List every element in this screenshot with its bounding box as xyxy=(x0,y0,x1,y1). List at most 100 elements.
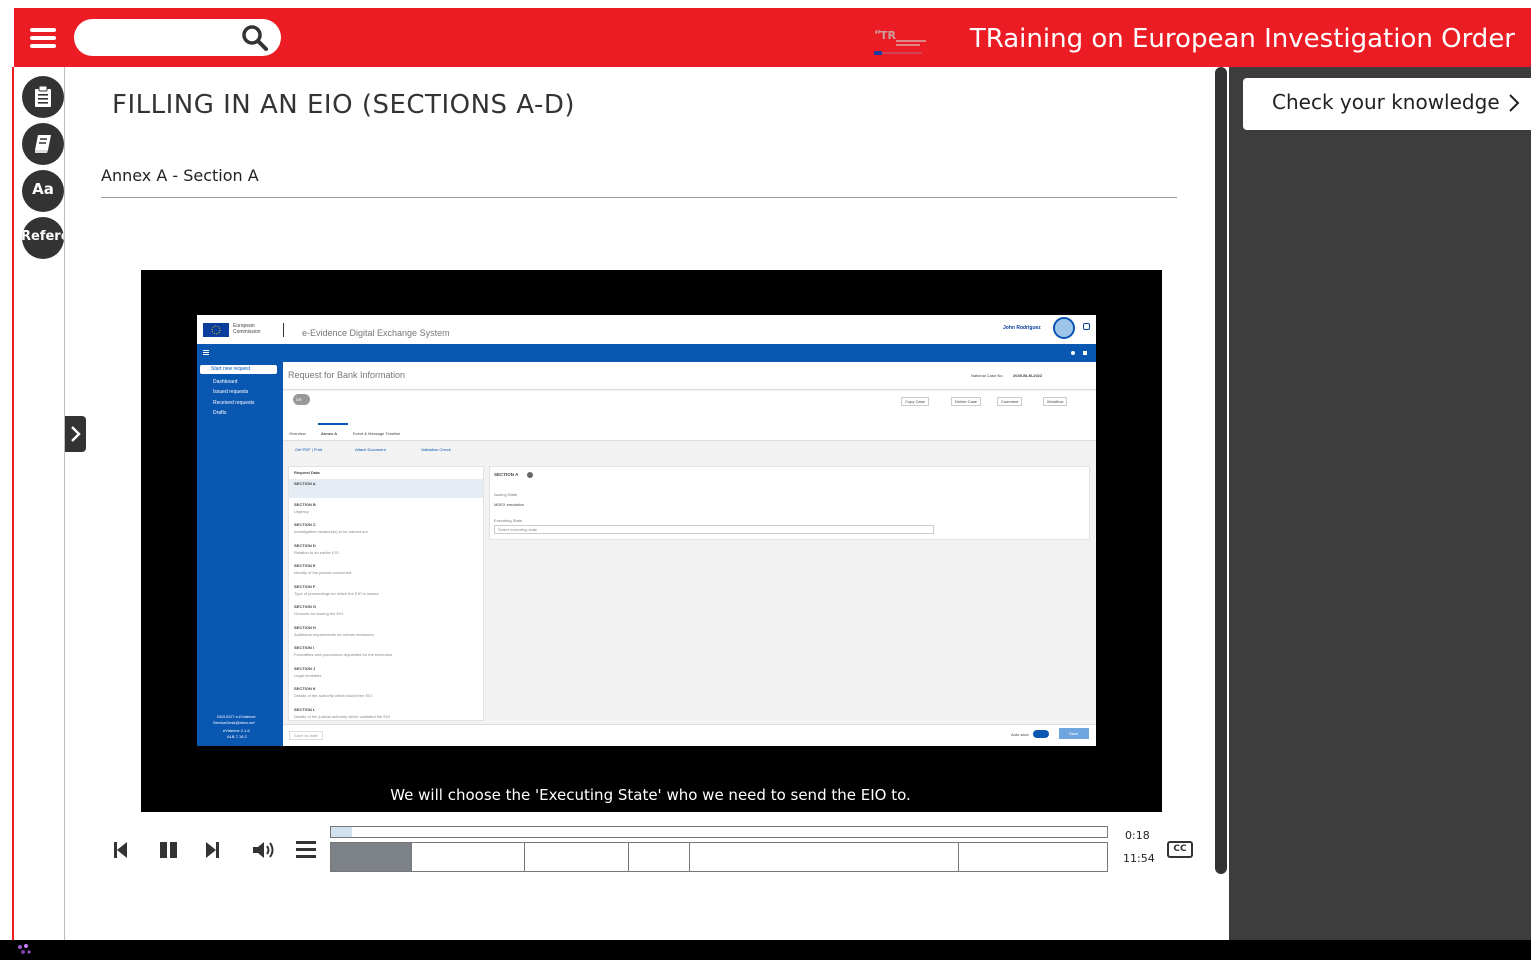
app-issuing-label: Issuing State xyxy=(494,492,518,497)
app-page-heading: Request for Bank Information xyxy=(288,370,406,380)
app-section-desc: Formalities and procedures requested for… xyxy=(294,652,393,657)
app-executing-select: Select executing state xyxy=(498,527,538,532)
app-tab: Annex A xyxy=(321,431,338,436)
app-system-name: e-Evidence Digital Exchange System xyxy=(302,328,450,338)
playlist-icon[interactable] xyxy=(295,839,317,859)
app-tab: Overview xyxy=(289,431,306,436)
text-size-label: Aa xyxy=(32,180,54,198)
rail-divider xyxy=(64,67,65,940)
current-time: 0:18 xyxy=(1125,829,1150,842)
app-side-footer: DIGLEGT e-Evidence xyxy=(217,714,256,719)
eu-flag-icon xyxy=(203,323,229,337)
app-side-item: Drafts xyxy=(213,410,227,416)
glossary-button[interactable] xyxy=(22,123,64,165)
app-section-name: SECTION C xyxy=(294,522,316,527)
app-section-name: SECTION F xyxy=(294,583,316,589)
section-divider xyxy=(101,197,1177,198)
left-border xyxy=(12,67,14,940)
app-section-row: SECTION K Details of the authority which … xyxy=(289,684,483,703)
check-knowledge-button[interactable]: Check your knowledge xyxy=(1243,78,1531,130)
app-request-sections: Request Data SECTION A SECTION B Urgency SE… xyxy=(288,466,484,721)
next-icon[interactable] xyxy=(203,840,221,860)
app-section-name: SECTION G xyxy=(294,604,317,609)
volume-icon[interactable] xyxy=(251,840,277,860)
app-section-name: SECTION A xyxy=(294,481,316,486)
app-issuing-value: MDEX emulation xyxy=(494,502,525,507)
video-frame-app: European Commission e-Evidence Digital E… xyxy=(197,315,1096,746)
video-player[interactable]: European Commission e-Evidence Digital E… xyxy=(141,270,1162,812)
video-subtitle: We will choose the 'Executing State' who… xyxy=(361,779,940,812)
app-section-desc: Type of proceedings for which the EIO is… xyxy=(294,590,379,596)
app-section-name: SECTION D xyxy=(294,542,316,548)
chevron-right-icon xyxy=(1509,94,1520,112)
app-case-label: National Case No. xyxy=(971,373,1004,378)
check-knowledge-label: Check your knowledge xyxy=(1272,90,1500,114)
app-section-name: SECTION H xyxy=(294,624,316,630)
app-section-row: SECTION F Type of proceedings for which t… xyxy=(289,582,483,601)
app-section-row: SECTION H Additional requirements for cer… xyxy=(289,623,483,642)
app-section-row: SECTION B Urgency xyxy=(289,500,483,519)
header: “ TR TRaining on European Investigation … xyxy=(0,0,1531,67)
app-section-desc: Grounds for issuing the EIO xyxy=(294,611,344,616)
total-time: 11:54 xyxy=(1123,852,1155,865)
app-tab: Event & Message Timeline xyxy=(353,431,401,436)
app-toolbar-item: Validation Check xyxy=(421,447,451,452)
app-section-name: SECTION J xyxy=(294,665,316,671)
pause-icon[interactable] xyxy=(158,840,180,860)
seek-bar[interactable] xyxy=(330,826,1108,838)
captions-button[interactable]: CC xyxy=(1167,841,1193,858)
clipboard-icon xyxy=(35,86,51,107)
app-section-desc: Additional requirements for certain meas… xyxy=(294,631,374,637)
references-label: Refere xyxy=(22,229,64,244)
avatar xyxy=(1053,317,1075,339)
book-icon xyxy=(35,135,51,153)
svg-text:TR: TR xyxy=(880,29,897,42)
chapter-segment[interactable] xyxy=(690,843,959,871)
app-request-title: Request Data xyxy=(294,470,320,475)
app-side-footer: ServiceDesk@ahxx.net xyxy=(213,720,255,725)
app-section-desc: Identity of the person concerned xyxy=(294,570,352,575)
app-section-row: SECTION C Investigative measure(s) to be … xyxy=(289,520,483,539)
app-topbar: European Commission e-Evidence Digital E… xyxy=(197,315,1096,344)
menu-icon[interactable] xyxy=(30,28,56,48)
app-section-row: SECTION I Formalities and procedures requ… xyxy=(289,643,483,662)
app-action: Comment xyxy=(997,397,1023,406)
app-bluebar xyxy=(197,344,1096,362)
app-action: Delete Case xyxy=(951,397,982,406)
logout-icon xyxy=(1083,323,1090,330)
app-main: Request for Bank Information National Ca… xyxy=(283,362,1096,746)
chapter-segment[interactable] xyxy=(331,843,412,871)
text-size-button[interactable]: Aa xyxy=(22,170,64,212)
scrollbar[interactable] xyxy=(1215,67,1227,874)
app-save-button: Save xyxy=(1069,731,1079,736)
app-section-desc: Legal remedies xyxy=(294,672,322,678)
app-side-footer: ALB 7.18.2 xyxy=(227,734,247,739)
app-toolbar-item: Attach Document xyxy=(355,447,386,452)
expand-menu-tab[interactable] xyxy=(65,416,86,452)
app-sidebar: Start new request Dashboard Issued reque… xyxy=(197,362,283,746)
app-section-name: SECTION B xyxy=(294,501,316,507)
app-section-row: SECTION E Identity of the person concerne… xyxy=(289,561,483,580)
app-section-name: SECTION K xyxy=(294,686,316,691)
app-side-item: Issued requests xyxy=(213,389,249,395)
app-section-desc: Investigative measure(s) to be carried o… xyxy=(294,529,368,534)
search-icon[interactable] xyxy=(241,24,269,52)
chapter-segment[interactable] xyxy=(412,843,525,871)
seek-bar-fill xyxy=(331,827,352,837)
app-side-item: Start new request xyxy=(211,366,251,372)
chapter-bar[interactable] xyxy=(330,842,1108,872)
app-action: Workflow xyxy=(1043,397,1068,406)
chapter-segment[interactable] xyxy=(525,843,629,871)
chapter-segment[interactable] xyxy=(959,843,1107,871)
references-button[interactable]: Refere xyxy=(22,217,64,259)
app-side-footer: eVidence 2.1.6 xyxy=(223,728,250,733)
app-section-desc: Details of the authority which issued th… xyxy=(294,693,373,698)
app-section-row: SECTION J Legal remedies xyxy=(289,664,483,683)
app-toolbar-item: Get PDF | Print xyxy=(295,447,323,452)
chapter-segment[interactable] xyxy=(629,843,690,871)
notes-button[interactable] xyxy=(22,76,64,118)
training-logo: “ TR xyxy=(870,26,934,58)
app-side-item: Received requests xyxy=(213,400,255,406)
footer-logo-icon xyxy=(18,944,31,954)
previous-icon[interactable] xyxy=(112,840,130,860)
